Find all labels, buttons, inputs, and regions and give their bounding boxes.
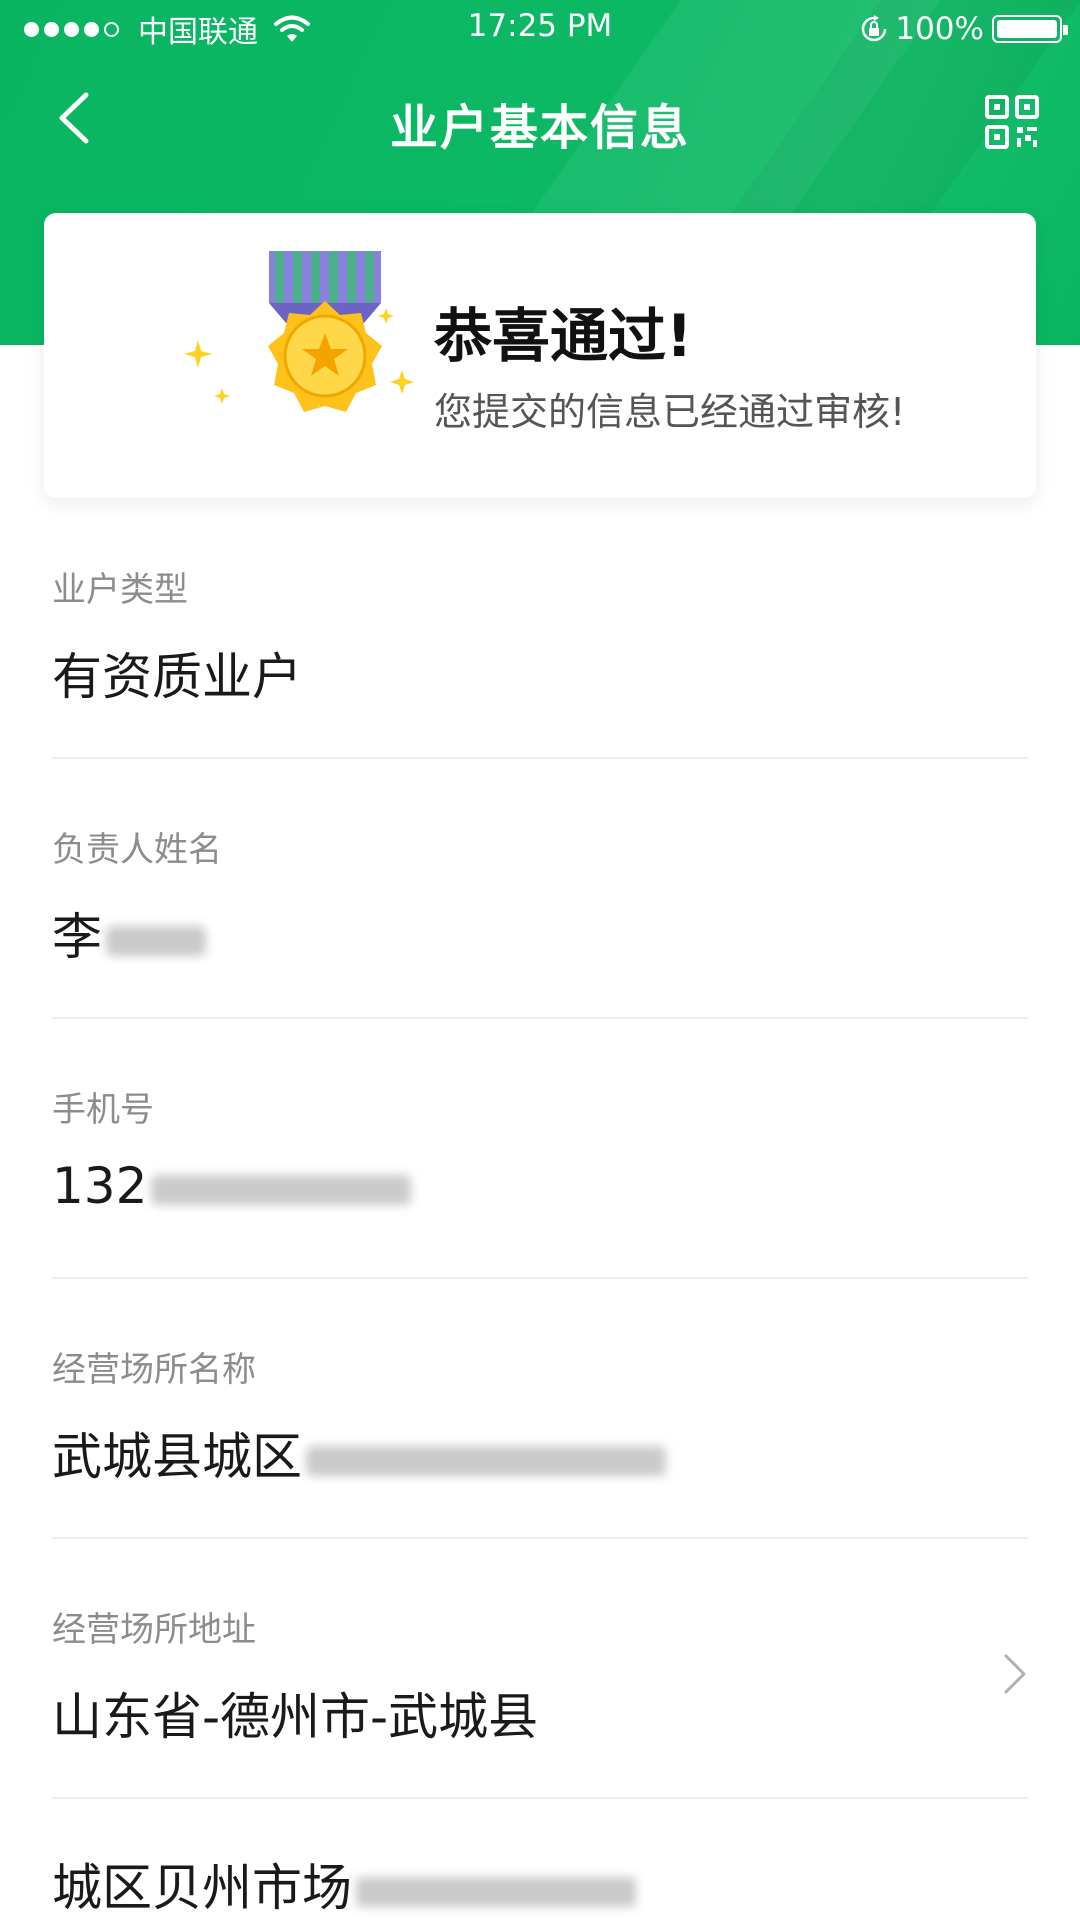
approval-subtitle: 您提交的信息已经通过审核! xyxy=(434,390,906,434)
field-business-address[interactable]: 经营场所地址 山东省-德州市-武城县 xyxy=(52,1602,1028,1749)
field-label: 业户类型 xyxy=(52,570,188,610)
battery-percent: 100% xyxy=(895,11,984,47)
chevron-right-icon[interactable] xyxy=(1000,1650,1030,1698)
field-value: 李 xyxy=(52,908,102,966)
redacted-mask xyxy=(106,925,206,956)
field-label: 负责人姓名 xyxy=(52,830,222,870)
redacted-mask xyxy=(306,1445,666,1476)
medal-icon xyxy=(184,251,414,412)
field-label: 经营场所地址 xyxy=(52,1610,256,1650)
field-label: 经营场所名称 xyxy=(52,1350,256,1390)
field-value: 132 xyxy=(52,1157,148,1215)
qr-code-button[interactable] xyxy=(984,94,1040,150)
field-value: 有资质业户 xyxy=(52,648,302,706)
field-merchant-type: 业户类型 有资质业户 xyxy=(52,562,1028,709)
redacted-mask xyxy=(356,1876,636,1907)
rotation-lock-icon xyxy=(862,15,887,42)
approval-title: 恭喜通过! xyxy=(434,302,693,370)
field-value: 山东省-德州市-武城县 xyxy=(52,1688,539,1746)
field-label: 手机号 xyxy=(52,1090,154,1130)
divider xyxy=(52,1277,1028,1279)
field-contact-name: 负责人姓名 李 xyxy=(52,822,1028,969)
divider xyxy=(52,757,1028,759)
redacted-mask xyxy=(151,1174,412,1205)
nav-bar: 业户基本信息 xyxy=(0,58,1080,178)
address-detail-value: 城区贝州市场 xyxy=(52,1859,352,1917)
field-value: 武城县城区 xyxy=(52,1428,302,1486)
field-business-name: 经营场所名称 武城县城区 xyxy=(52,1342,1028,1489)
divider xyxy=(52,1017,1028,1019)
divider xyxy=(52,1537,1028,1539)
field-address-detail: 城区贝州市场 xyxy=(52,1848,1028,1920)
approval-card: 恭喜通过! 您提交的信息已经通过审核! xyxy=(44,213,1036,498)
battery-icon xyxy=(992,15,1068,43)
field-phone: 手机号 132 xyxy=(52,1082,1028,1215)
page-title: 业户基本信息 xyxy=(389,100,690,156)
status-bar: 中国联通 17:25 PM 100% xyxy=(0,0,1080,58)
divider xyxy=(52,1797,1028,1799)
